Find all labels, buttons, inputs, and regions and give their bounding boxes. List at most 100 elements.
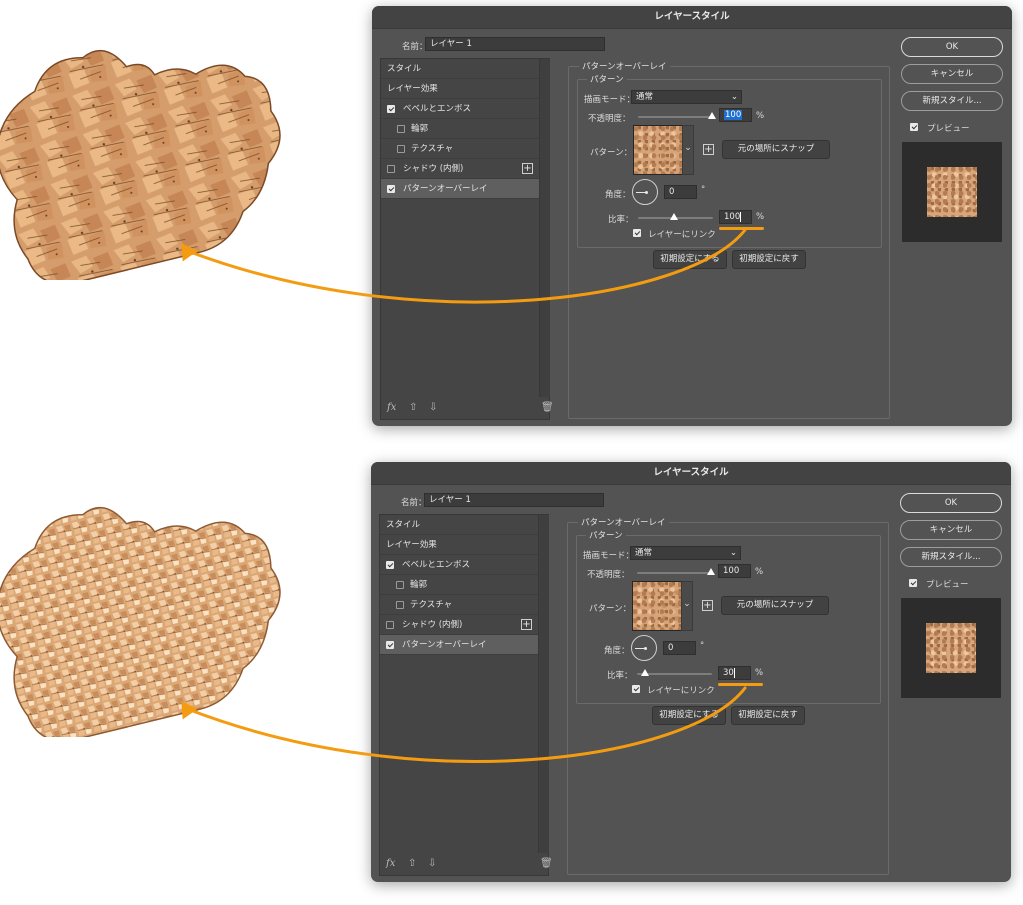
inner-shadow-checkbox[interactable] <box>387 165 395 173</box>
blend-mode-select[interactable]: 通常 ⌄ <box>630 546 741 560</box>
texture-checkbox[interactable] <box>397 145 405 153</box>
opacity-unit: % <box>755 567 764 577</box>
pattern-swatch[interactable] <box>633 125 685 175</box>
move-down-icon[interactable]: ⇩ <box>429 402 437 413</box>
fx-icon[interactable]: fx <box>387 402 396 413</box>
angle-dial[interactable] <box>631 635 657 661</box>
add-effect-icon[interactable]: + <box>521 619 532 630</box>
fx-icon[interactable]: fx <box>386 858 395 869</box>
opacity-slider-thumb[interactable] <box>708 112 716 119</box>
item-label: パターンオーバーレイ <box>402 640 487 650</box>
contour-checkbox[interactable] <box>397 125 405 133</box>
styles-item-effects[interactable]: レイヤー効果 <box>380 535 546 555</box>
pattern-dropdown-icon[interactable]: ⌄ <box>682 125 694 175</box>
name-label: 名前： <box>402 42 428 52</box>
item-label: テクスチャ <box>410 600 453 610</box>
scale-value: 30 <box>723 668 735 678</box>
new-style-button[interactable]: 新規スタイル... <box>900 547 1002 567</box>
styles-item-contour[interactable]: 輪郭 <box>381 119 547 139</box>
opacity-field[interactable]: 100 <box>718 564 751 578</box>
make-default-button[interactable]: 初期設定にする <box>652 706 726 725</box>
trash-icon[interactable]: 🗑 <box>541 402 554 413</box>
name-field[interactable]: レイヤー 1 <box>425 37 605 51</box>
dialog-title: レイヤースタイル <box>372 6 1012 29</box>
new-preset-icon[interactable]: + <box>703 144 714 155</box>
angle-label: 角度： <box>604 646 630 656</box>
group-title: パターンオーバーレイ <box>578 516 669 528</box>
link-with-layer-checkbox[interactable] <box>633 229 641 237</box>
opacity-label: 不透明度： <box>588 114 631 124</box>
contour-checkbox[interactable] <box>396 581 404 589</box>
styles-item-pattern-overlay[interactable]: パターンオーバーレイ <box>380 635 546 655</box>
chevron-down-icon: ⌄ <box>730 92 738 102</box>
new-style-button[interactable]: 新規スタイル... <box>901 91 1003 111</box>
scale-slider-thumb[interactable] <box>641 669 649 676</box>
pattern-overlay-checkbox[interactable] <box>387 185 395 193</box>
make-default-button[interactable]: 初期設定にする <box>653 250 727 269</box>
styles-item-bevel[interactable]: ベベルとエンボス <box>380 555 546 575</box>
trash-icon[interactable]: 🗑 <box>540 858 553 869</box>
styles-item-contour[interactable]: 輪郭 <box>380 575 546 595</box>
blend-mode-select[interactable]: 通常 ⌄ <box>631 90 742 104</box>
blend-mode-label: 描画モード： <box>584 95 636 105</box>
styles-item-texture[interactable]: テクスチャ <box>381 139 547 159</box>
styles-item-inner-shadow[interactable]: シャドウ (内側) + <box>381 159 547 179</box>
opacity-slider-thumb[interactable] <box>707 568 715 575</box>
bevel-checkbox[interactable] <box>387 105 395 113</box>
move-up-icon[interactable]: ⇧ <box>409 402 417 413</box>
snap-to-origin-button[interactable]: 元の場所にスナップ <box>722 140 830 159</box>
pattern-overlay-checkbox[interactable] <box>386 641 394 649</box>
angle-field[interactable]: 0 <box>663 641 696 655</box>
styles-list: スタイル レイヤー効果 ベベルとエンボス 輪郭 テクスチャ シャドウ (内側) +… <box>379 514 553 876</box>
angle-dial[interactable] <box>632 179 658 205</box>
item-label: スタイル <box>387 64 422 74</box>
move-up-icon[interactable]: ⇧ <box>408 858 416 869</box>
scale-field[interactable]: 100 <box>719 210 752 224</box>
opacity-slider[interactable] <box>637 572 712 574</box>
blend-mode-label: 描画モード： <box>583 551 635 561</box>
pattern-dropdown-icon[interactable]: ⌄ <box>681 581 693 631</box>
item-label: スタイル <box>386 520 421 530</box>
styles-item-effects[interactable]: レイヤー効果 <box>381 79 547 99</box>
styles-item-bevel[interactable]: ベベルとエンボス <box>381 99 547 119</box>
add-effect-icon[interactable]: + <box>522 163 533 174</box>
preview-checkbox[interactable] <box>910 123 918 131</box>
pattern-swatch[interactable] <box>632 581 684 631</box>
angle-field[interactable]: 0 <box>664 185 697 199</box>
ok-button[interactable]: OK <box>900 493 1002 513</box>
reset-to-default-button[interactable]: 初期設定に戻す <box>731 706 805 725</box>
new-preset-icon[interactable]: + <box>702 600 713 611</box>
texture-checkbox[interactable] <box>396 601 404 609</box>
scale-slider-thumb[interactable] <box>670 213 678 220</box>
scale-label: 比率： <box>608 215 634 225</box>
angle-label: 角度： <box>605 190 631 200</box>
styles-item-texture[interactable]: テクスチャ <box>380 595 546 615</box>
styles-scrollbar[interactable] <box>538 515 549 853</box>
link-with-layer-checkbox[interactable] <box>632 685 640 693</box>
preview-checkbox[interactable] <box>909 579 917 587</box>
preview-swatch <box>927 167 977 217</box>
name-field[interactable]: レイヤー 1 <box>424 493 604 507</box>
scale-highlight-underline <box>719 227 764 230</box>
opacity-field[interactable]: 100 <box>719 108 752 122</box>
pattern-label: パターン： <box>590 148 633 158</box>
ok-button[interactable]: OK <box>901 37 1003 57</box>
styles-scrollbar[interactable] <box>539 59 550 397</box>
styles-item-style[interactable]: スタイル <box>380 515 546 535</box>
scale-field[interactable]: 30 <box>718 666 751 680</box>
reset-to-default-button[interactable]: 初期設定に戻す <box>732 250 806 269</box>
cancel-button[interactable]: キャンセル <box>900 520 1002 540</box>
styles-item-inner-shadow[interactable]: シャドウ (内側) + <box>380 615 546 635</box>
styles-item-pattern-overlay[interactable]: パターンオーバーレイ <box>381 179 547 199</box>
link-with-layer-label: レイヤーにリンク <box>647 686 715 696</box>
styles-item-style[interactable]: スタイル <box>381 59 547 79</box>
move-down-icon[interactable]: ⇩ <box>428 858 436 869</box>
opacity-label: 不透明度： <box>587 570 630 580</box>
opacity-slider[interactable] <box>638 116 713 118</box>
snap-to-origin-button[interactable]: 元の場所にスナップ <box>721 596 829 615</box>
angle-unit: ° <box>701 185 706 195</box>
cancel-button[interactable]: キャンセル <box>901 64 1003 84</box>
bevel-checkbox[interactable] <box>386 561 394 569</box>
preview-thumbnail <box>901 598 1001 698</box>
inner-shadow-checkbox[interactable] <box>386 621 394 629</box>
